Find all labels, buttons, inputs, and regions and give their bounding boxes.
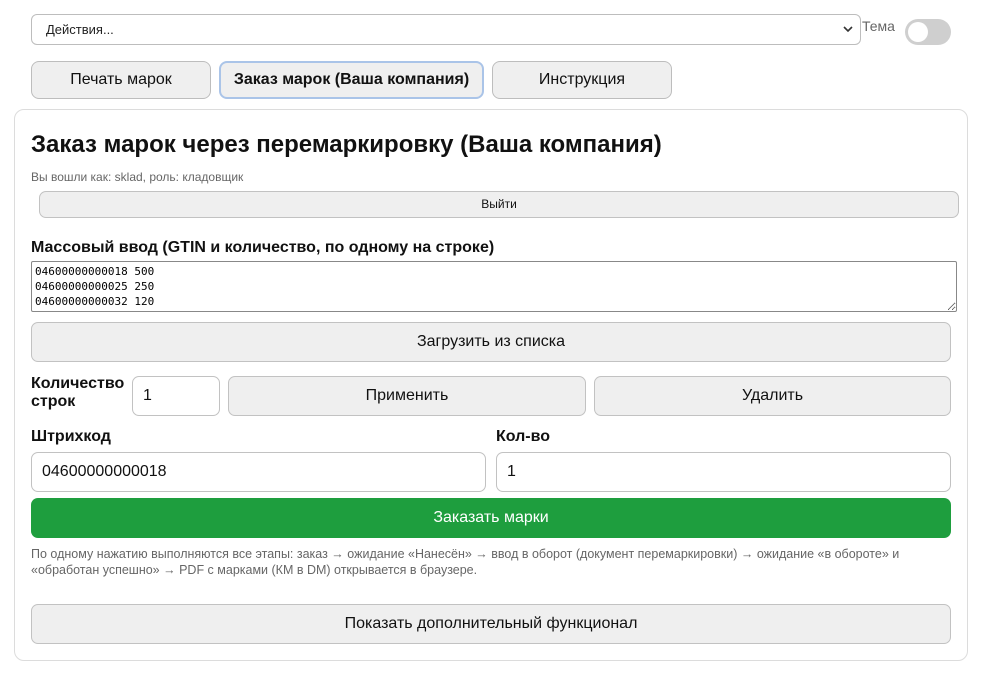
- tab-instructions[interactable]: Инструкция: [492, 61, 672, 99]
- barcode-input[interactable]: 04600000000018: [31, 452, 486, 492]
- login-info: Вы вошли как: sklad, роль: кладовщик: [31, 170, 244, 184]
- rows-count-input[interactable]: 1: [132, 376, 220, 416]
- process-note: По одному нажатию выполняются все этапы:…: [31, 547, 900, 577]
- show-extra-button[interactable]: Показать дополнительный функционал: [31, 604, 951, 644]
- order-marks-button[interactable]: Заказать марки: [31, 498, 951, 538]
- rows-count-label: Количество строк: [31, 375, 125, 410]
- actions-select[interactable]: Действия...: [31, 14, 861, 45]
- qty-input[interactable]: 1: [496, 452, 951, 492]
- theme-label: Тема: [862, 18, 895, 34]
- barcode-label: Штрихкод: [31, 428, 111, 445]
- toggle-knob: [908, 22, 928, 42]
- bulk-input[interactable]: 04600000000018 500 04600000000025 250 04…: [31, 261, 957, 312]
- actions-select-value: Действия...: [46, 22, 114, 37]
- chevron-down-icon: [842, 23, 854, 39]
- apply-button[interactable]: Применить: [228, 376, 586, 416]
- tab-print-marks[interactable]: Печать марок: [31, 61, 211, 99]
- page-title: Заказ марок через перемаркировку (Ваша к…: [31, 131, 662, 158]
- logout-button[interactable]: Выйти: [39, 191, 959, 218]
- delete-button[interactable]: Удалить: [594, 376, 951, 416]
- load-from-list-button[interactable]: Загрузить из списка: [31, 322, 951, 362]
- bulk-input-label: Массовый ввод (GTIN и количество, по одн…: [31, 239, 495, 256]
- qty-label: Кол-во: [496, 428, 551, 445]
- tab-order-marks[interactable]: Заказ марок (Ваша компания): [219, 61, 484, 99]
- theme-toggle[interactable]: [905, 19, 951, 45]
